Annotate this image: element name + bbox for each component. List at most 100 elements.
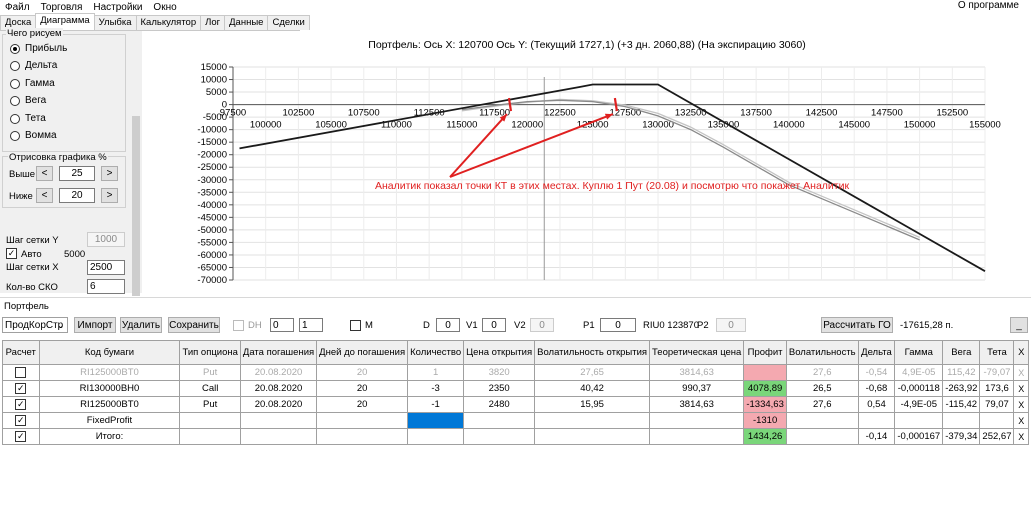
p2-input[interactable]: 0 (716, 318, 746, 332)
v2-input[interactable]: 0 (530, 318, 554, 332)
col-open-price[interactable]: Цена открытия (463, 340, 536, 365)
radio-gamma[interactable]: Гамма (10, 78, 55, 89)
grid-x-input[interactable]: 2500 (87, 260, 125, 275)
y-tick-label: -70000 (197, 275, 227, 286)
table-row[interactable]: ✓ RI125000BT0 Put 20.08.2020 20 -1 2480 15,95 38… (2, 396, 1029, 413)
tab-deals[interactable]: Сделки (267, 15, 310, 30)
radio-theta-label: Тета (25, 113, 46, 124)
table-cell[interactable]: ✓ (2, 428, 40, 445)
above-input[interactable]: 25 (59, 166, 95, 181)
splitter[interactable] (0, 297, 1031, 298)
radio-gamma-dot[interactable] (10, 78, 20, 89)
import-button[interactable]: Импорт (74, 317, 116, 333)
dh-spin-1[interactable]: 0 (270, 318, 294, 332)
calc-go-button[interactable]: Рассчитать ГО (821, 317, 893, 333)
table-cell[interactable] (2, 364, 40, 381)
radio-vega[interactable]: Вега (10, 95, 46, 106)
radio-theta-dot[interactable] (10, 113, 20, 124)
table-cell[interactable] (407, 412, 465, 429)
col-delta[interactable]: Дельта (857, 340, 896, 365)
table-cell[interactable]: X (1013, 412, 1029, 429)
table-row[interactable]: ✓ RI130000BH0 Call 20.08.2020 20 -3 2350 40,42 9… (2, 380, 1029, 397)
minimize-button[interactable]: _ (1010, 317, 1028, 333)
y-tick-label: -35000 (197, 187, 227, 198)
table-cell[interactable]: -1 (407, 396, 465, 413)
below-increase-button[interactable]: > (101, 188, 118, 203)
y-tick-label: 15000 (201, 62, 227, 73)
table-cell: -4,9E-05 (894, 396, 944, 413)
radio-delta-dot[interactable] (10, 60, 20, 71)
table-cell: 27,6 (785, 396, 859, 413)
radio-vomma-dot[interactable] (10, 130, 20, 141)
left-scrollbar[interactable] (130, 31, 142, 296)
p2-label: P2 (697, 320, 709, 331)
below-input[interactable]: 20 (59, 188, 95, 203)
portfolio-combo[interactable]: ПродКорСтр ⌄ (2, 317, 68, 333)
radio-profit[interactable]: Прибыль (10, 43, 67, 54)
col-open-vol[interactable]: Волатильность открытия (534, 340, 651, 365)
row-checkbox[interactable] (15, 366, 27, 378)
menu-about[interactable]: О программе (953, 0, 1025, 11)
col-code[interactable]: Код бумаги (38, 340, 181, 365)
radio-theta[interactable]: Тета (10, 113, 46, 124)
table-cell[interactable]: ✓ (2, 396, 40, 413)
col-x[interactable]: X (1013, 340, 1029, 365)
row-checkbox[interactable]: ✓ (15, 398, 27, 410)
col-type[interactable]: Тип опциона (179, 340, 241, 365)
above-decrease-button[interactable]: < (36, 166, 53, 181)
table-row[interactable]: ✓ Итого: 1434,26 -0,14 -0,000167 -379,34 252,6… (2, 428, 1029, 445)
auto-checkbox[interactable]: ✓ (6, 248, 17, 259)
row-checkbox[interactable]: ✓ (15, 382, 27, 394)
tab-log[interactable]: Лог (200, 15, 226, 30)
table-cell[interactable]: X (1013, 428, 1029, 445)
col-calc[interactable]: Расчет (2, 340, 40, 365)
radio-vomma[interactable]: Вомма (10, 130, 57, 141)
table-cell[interactable]: X (1013, 380, 1029, 397)
col-vega[interactable]: Вега (942, 340, 981, 365)
table-cell[interactable]: X (1013, 364, 1029, 381)
grid-y-input[interactable]: 1000 (87, 232, 125, 247)
table-cell[interactable]: X (1013, 396, 1029, 413)
p1-input[interactable]: 0 (600, 318, 636, 332)
radio-delta[interactable]: Дельта (10, 60, 57, 71)
delete-button[interactable]: Удалить (120, 317, 162, 333)
save-button[interactable]: Сохранить (168, 317, 220, 333)
menu-window[interactable]: Окно (148, 2, 182, 13)
table-cell[interactable]: ✓ (2, 412, 40, 429)
sko-input[interactable]: 6 (87, 279, 125, 294)
table-row[interactable]: ✓ FixedProfit -1310 X (2, 412, 1029, 429)
table-cell[interactable]: 1 (407, 364, 465, 381)
col-profit[interactable]: Профит (743, 340, 787, 365)
menu-trading[interactable]: Торговля (36, 2, 89, 13)
table-row[interactable]: RI125000BT0 Put 20.08.2020 20 1 3820 27,65 3814… (2, 364, 1029, 381)
d-input[interactable]: 0 (436, 318, 460, 332)
table-cell[interactable] (407, 428, 465, 445)
above-increase-button[interactable]: > (101, 166, 118, 181)
left-scrollbar-thumb[interactable] (132, 116, 140, 296)
below-decrease-button[interactable]: < (36, 188, 53, 203)
radio-vega-dot[interactable] (10, 95, 20, 106)
table-cell[interactable]: ✓ (2, 380, 40, 397)
tab-data[interactable]: Данные (224, 15, 269, 30)
col-vol[interactable]: Волатильность (785, 340, 859, 365)
dh-checkbox[interactable] (233, 320, 244, 331)
menu-file[interactable]: Файл (0, 2, 36, 13)
x-tick-label-bottom: 120000 (511, 120, 543, 131)
tab-calculator[interactable]: Калькулятор (135, 15, 202, 30)
col-theta[interactable]: Тета (979, 340, 1015, 365)
radio-profit-dot[interactable] (10, 43, 20, 54)
table-cell[interactable]: -3 (407, 380, 465, 397)
col-days[interactable]: Дней до погашения (316, 340, 409, 365)
tab-smile[interactable]: Улыбка (93, 15, 137, 30)
m-checkbox[interactable] (350, 320, 361, 331)
col-date[interactable]: Дата погашения (239, 340, 318, 365)
table-cell: -1334,63 (743, 396, 787, 413)
col-theo-price[interactable]: Теоретическая цена (649, 340, 745, 365)
dh-spin-2[interactable]: 1 (299, 318, 323, 332)
row-checkbox[interactable]: ✓ (15, 430, 27, 442)
row-checkbox[interactable]: ✓ (15, 414, 27, 426)
v1-input[interactable]: 0 (482, 318, 506, 332)
menu-settings[interactable]: Настройки (88, 2, 148, 13)
col-gamma[interactable]: Гамма (894, 340, 944, 365)
col-qty[interactable]: Количество (407, 340, 465, 365)
